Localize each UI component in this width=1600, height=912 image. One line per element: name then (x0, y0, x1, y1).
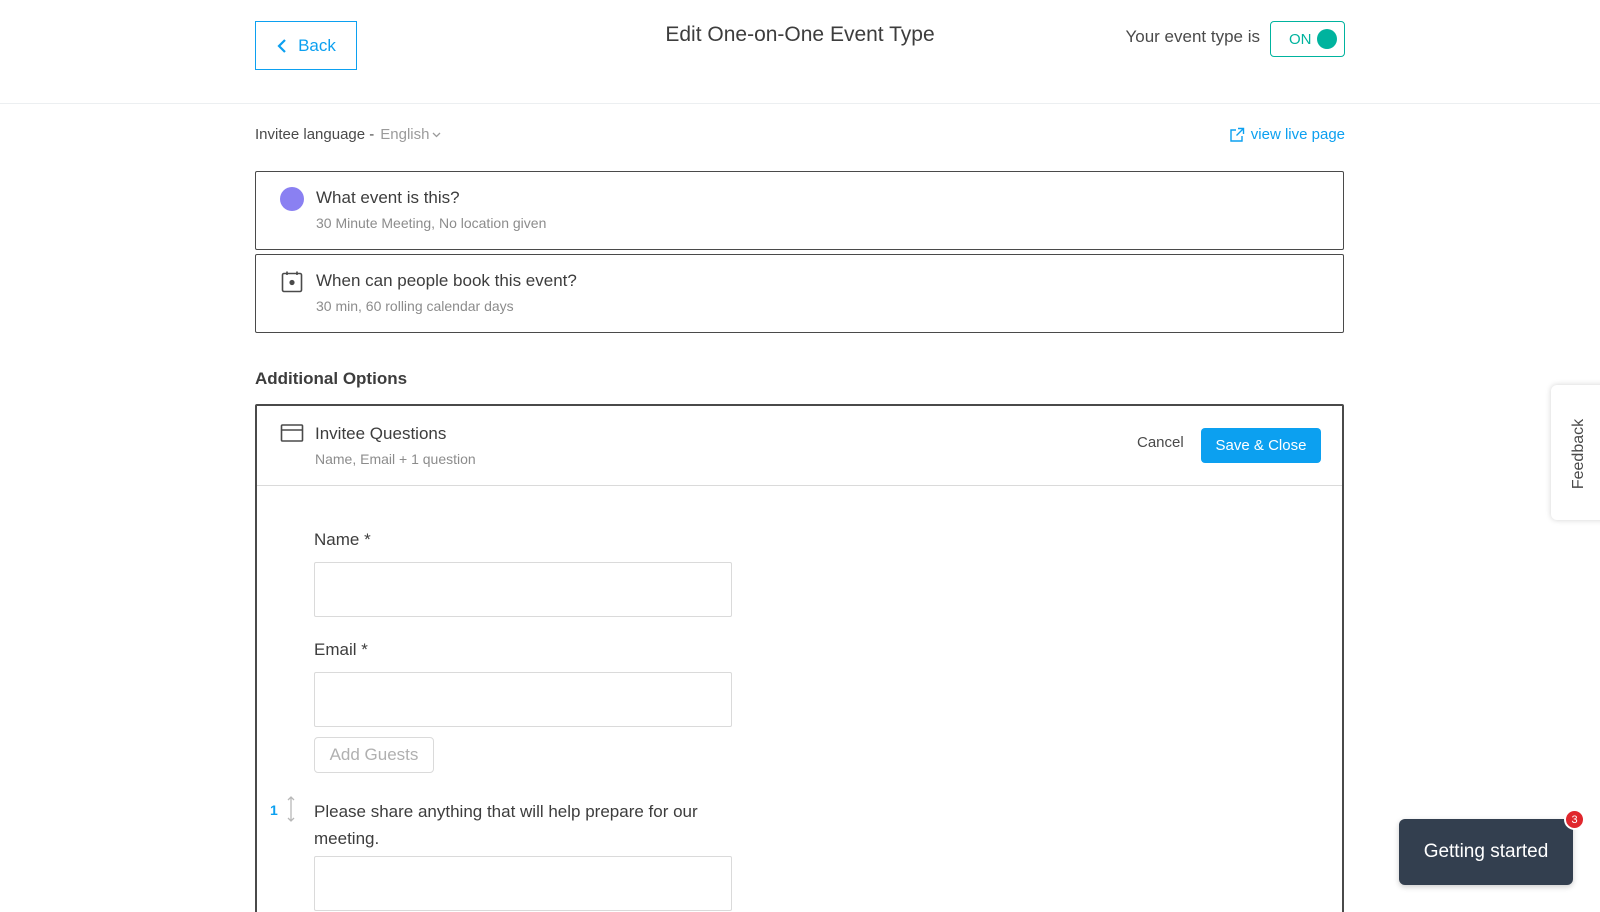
feedback-tab[interactable]: Feedback (1551, 385, 1600, 520)
name-input[interactable] (314, 562, 732, 617)
cancel-button[interactable]: Cancel (1137, 434, 1184, 451)
card-title: When can people book this event? (316, 271, 577, 290)
drag-handle-icon[interactable] (286, 796, 296, 822)
invitee-questions-panel: Invitee Questions Name, Email + 1 questi… (255, 404, 1344, 912)
notification-badge: 3 (1564, 809, 1585, 830)
view-live-page-label: view live page (1250, 126, 1345, 143)
invitee-language-select[interactable]: English (380, 126, 441, 143)
invitee-language-label: Invitee language - (255, 126, 375, 143)
purple-dot-icon (280, 187, 304, 211)
panel-subtitle: Name, Email + 1 question (315, 451, 476, 467)
booking-window-card[interactable]: When can people book this event? 30 min,… (255, 254, 1344, 333)
email-input[interactable] (314, 672, 732, 727)
getting-started-label: Getting started (1423, 841, 1549, 862)
feedback-label: Feedback (1570, 418, 1587, 490)
page-title: Edit One-on-One Event Type (665, 23, 935, 46)
question-index: 1 (270, 802, 278, 818)
external-link-icon (1230, 127, 1244, 142)
card-subtitle: 30 min, 60 rolling calendar days (316, 298, 514, 314)
save-and-close-button[interactable]: Save & Close (1201, 428, 1321, 463)
event-details-card[interactable]: What event is this? 30 Minute Meeting, N… (255, 171, 1344, 250)
getting-started-button[interactable]: Getting started (1399, 819, 1573, 885)
card-subtitle: 30 Minute Meeting, No location given (316, 215, 547, 231)
email-field-label: Email * (314, 640, 368, 659)
question-text: Please share anything that will help pre… (314, 802, 698, 848)
form-card-icon (280, 423, 304, 443)
invitee-language-value: English (380, 126, 430, 143)
view-live-page-link[interactable]: view live page (1229, 126, 1345, 143)
invitee-language-row: Invitee language - English (255, 126, 441, 143)
event-on-toggle[interactable]: ON (1270, 21, 1345, 57)
toggle-label: ON (1289, 30, 1312, 48)
name-field-label: Name * (314, 530, 371, 549)
chevron-left-icon (277, 38, 286, 53)
chevron-down-icon (433, 132, 441, 137)
top-bar: Back Edit One-on-One Event Type Your eve… (0, 0, 1600, 104)
toggle-knob (1317, 29, 1337, 49)
card-title: What event is this? (316, 188, 460, 207)
calendar-icon (280, 270, 304, 294)
question-answer-input[interactable] (314, 856, 732, 911)
add-guests-button[interactable]: Add Guests (314, 737, 434, 773)
panel-title: Invitee Questions (315, 424, 447, 443)
event-status-label: Your event type is (1125, 27, 1260, 46)
back-button-label: Back (298, 35, 336, 55)
panel-header: Invitee Questions Name, Email + 1 questi… (257, 406, 1342, 486)
back-button[interactable]: Back (255, 21, 357, 70)
additional-options-heading: Additional Options (255, 369, 408, 388)
